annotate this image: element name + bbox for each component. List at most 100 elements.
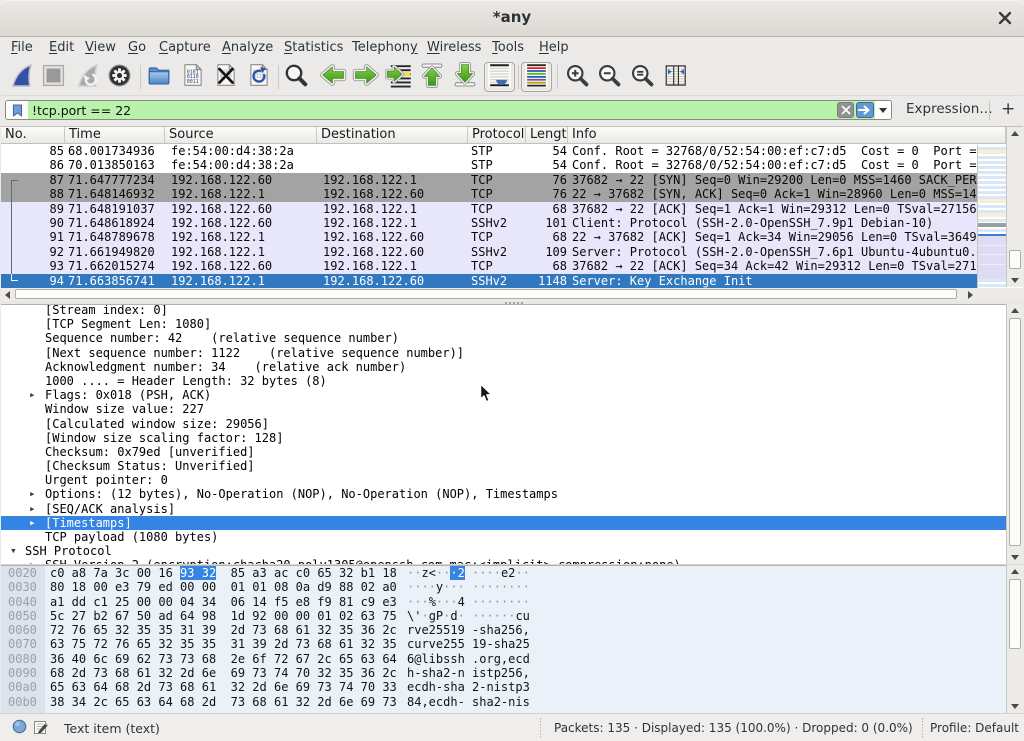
scroll-up-icon[interactable] [1007, 565, 1023, 578]
expression-button[interactable]: Expression… [906, 101, 993, 117]
zoom-out-button[interactable] [595, 63, 623, 91]
detail-line[interactable]: ▸Flags: 0x018 (PSH, ACK) [1, 388, 1006, 402]
hex-row-0070[interactable]: 007063 75 72 76 65 32 35 35 31 39 2d 73 … [1, 637, 1006, 651]
packet-row-88[interactable]: 8871.648146932192.168.122.1192.168.122.6… [1, 187, 977, 201]
hex-row-00b0[interactable]: 00b038 34 2c 65 63 64 68 2d 73 68 61 32 … [1, 695, 1006, 709]
hex-row-0080[interactable]: 008036 40 6c 69 62 73 73 68 2e 6f 72 67 … [1, 652, 1006, 666]
scrollbar-thumb[interactable] [1009, 250, 1021, 269]
hex-row-0030[interactable]: 003080 18 00 e3 79 ed 00 00 01 01 08 0a … [1, 580, 1006, 594]
go-last-button[interactable] [451, 63, 479, 91]
expander-closed-icon[interactable]: ▸ [29, 516, 36, 530]
column-header-protocol[interactable]: Protocol [468, 127, 526, 144]
detail-line[interactable]: [Window size scaling factor: 128] [1, 431, 1006, 445]
packet-row-92[interactable]: 9271.661949820192.168.122.1192.168.122.6… [1, 245, 977, 259]
filter-add-button[interactable]: + [1001, 99, 1015, 119]
go-first-button[interactable] [418, 63, 446, 91]
hex-row-0020[interactable]: 0020c0 a8 7a 3c 00 16 93 32 85 a3 ac c0 … [1, 566, 1006, 580]
status-profile[interactable]: Profile: Default [930, 721, 1019, 735]
packet-list-minimap[interactable] [977, 145, 1006, 288]
packet-row-90[interactable]: 9071.648618924192.168.122.60192.168.122.… [1, 216, 977, 230]
expander-closed-icon[interactable]: ▸ [29, 502, 36, 516]
menu-tools[interactable]: Tools [492, 40, 524, 55]
packet-row-93[interactable]: 9371.662015274192.168.122.60192.168.122.… [1, 259, 977, 273]
detail-line[interactable]: [TCP Segment Len: 1080] [1, 317, 1006, 331]
expander-closed-icon[interactable]: ▸ [29, 487, 36, 501]
scroll-down-icon[interactable] [1007, 551, 1023, 564]
start-capture-button[interactable] [7, 63, 35, 91]
column-header-time[interactable]: Time [65, 127, 165, 144]
hex-vscrollbar[interactable] [1006, 565, 1023, 713]
resize-columns-button[interactable] [661, 63, 689, 91]
display-filter-input[interactable]: !tcp.port == 22 [28, 103, 837, 118]
stop-capture-button[interactable] [39, 63, 67, 91]
detail-line[interactable]: Urgent pointer: 0 [1, 473, 1006, 487]
column-header-source[interactable]: Source [165, 127, 317, 144]
detail-line[interactable]: ▸Options: (12 bytes), No-Operation (NOP)… [1, 487, 1006, 501]
column-header-length[interactable]: Length [526, 127, 568, 144]
packet-list-vscrollbar[interactable] [1006, 127, 1023, 287]
packet-row-89[interactable]: 8971.648191037192.168.122.60192.168.122.… [1, 202, 977, 216]
packet-row-85[interactable]: 8568.001734936fe:54:00:d4:38:2aSTP54Conf… [1, 144, 977, 158]
detail-line-selected[interactable]: ▸[Timestamps] [1, 516, 1006, 530]
hex-row-0060[interactable]: 006072 76 65 32 35 35 31 39 2d 73 68 61 … [1, 623, 1006, 637]
menu-go[interactable]: Go [128, 40, 146, 55]
scroll-down-icon[interactable] [1007, 700, 1023, 713]
detail-line[interactable]: Checksum: 0x79ed [unverified] [1, 445, 1006, 459]
detail-line[interactable]: TCP payload (1080 bytes) [1, 530, 1006, 544]
detail-line[interactable]: ▾SSH Protocol [1, 544, 1006, 558]
detail-line[interactable]: [Checksum Status: Unverified] [1, 459, 1006, 473]
scroll-left-icon[interactable] [1, 288, 14, 301]
hex-row-00a0[interactable]: 00a065 63 64 68 2d 73 68 61 32 2d 6e 69 … [1, 680, 1006, 694]
column-header-no[interactable]: No. [1, 127, 65, 144]
menu-analyze[interactable]: Analyze [222, 40, 273, 55]
packet-row-91[interactable]: 9171.648789678192.168.122.1192.168.122.6… [1, 230, 977, 244]
expert-info-icon[interactable] [12, 719, 27, 737]
expander-open-icon[interactable]: ▾ [10, 544, 17, 558]
zoom-in-button[interactable] [563, 63, 591, 91]
detail-line[interactable]: Sequence number: 42 (relative sequence n… [1, 331, 1006, 345]
expander-closed-icon[interactable]: ▸ [29, 388, 36, 402]
scrollbar-thumb[interactable] [15, 289, 957, 299]
colorize-button[interactable] [521, 62, 552, 92]
scrollbar-thumb[interactable] [1009, 318, 1021, 546]
detail-line[interactable]: Acknowledgment number: 34 (relative ack … [1, 360, 1006, 374]
packet-row-87[interactable]: 8771.647777234192.168.122.60192.168.122.… [1, 173, 977, 187]
detail-line[interactable]: 1000 .... = Header Length: 32 bytes (8) [1, 374, 1006, 388]
zoom-original-button[interactable] [628, 63, 656, 91]
menu-wireless[interactable]: Wireless [427, 40, 481, 55]
menu-capture[interactable]: Capture [159, 40, 211, 55]
hex-row-0090[interactable]: 009068 2d 73 68 61 32 2d 6e 69 73 74 70 … [1, 666, 1006, 680]
go-to-packet-button[interactable] [385, 63, 413, 91]
scrollbar-thumb[interactable] [1009, 579, 1021, 649]
restart-capture-button[interactable] [73, 63, 101, 91]
detail-line[interactable]: Window size value: 227 [1, 402, 1006, 416]
filter-dropdown-button[interactable] [875, 101, 891, 119]
titlebar[interactable]: *any [0, 0, 1024, 37]
scroll-down-icon[interactable] [1007, 274, 1023, 287]
capture-comment-icon[interactable] [33, 719, 49, 738]
detail-line[interactable]: ▸[SEQ/ACK analysis] [1, 502, 1006, 516]
go-forward-button[interactable] [352, 63, 380, 91]
scroll-up-icon[interactable] [1007, 127, 1023, 140]
go-back-button[interactable] [319, 63, 347, 91]
menu-telephony[interactable]: Telephony [352, 40, 418, 55]
menu-statistics[interactable]: Statistics [284, 40, 343, 55]
detail-line[interactable]: [Calculated window size: 29056] [1, 417, 1006, 431]
scroll-right-icon[interactable] [964, 288, 977, 301]
find-packet-button[interactable] [282, 63, 310, 91]
reload-file-button[interactable]: 01010110 [245, 63, 273, 91]
column-header-info[interactable]: Info [568, 127, 1006, 144]
detail-vscrollbar[interactable] [1006, 304, 1023, 564]
save-file-button[interactable]: 010101100011 [179, 63, 207, 91]
detail-line[interactable]: [Stream index: 0] [1, 304, 1006, 317]
filter-apply-button[interactable] [856, 102, 874, 118]
hex-row-0040[interactable]: 0040a1 dd c1 25 00 00 04 34 06 14 f5 e8 … [1, 595, 1006, 609]
column-header-destination[interactable]: Destination [317, 127, 468, 144]
packet-row-86[interactable]: 8670.013850163fe:54:00:d4:38:2aSTP54Conf… [1, 158, 977, 172]
close-file-button[interactable]: 01010110 [212, 63, 240, 91]
packet-row-94[interactable]: 9471.663856741192.168.122.1192.168.122.6… [1, 274, 977, 288]
menu-help[interactable]: Help [539, 40, 569, 55]
menu-edit[interactable]: Edit [49, 40, 74, 55]
scroll-up-icon[interactable] [1007, 304, 1023, 317]
packet-list-hscrollbar[interactable] [1, 288, 977, 301]
